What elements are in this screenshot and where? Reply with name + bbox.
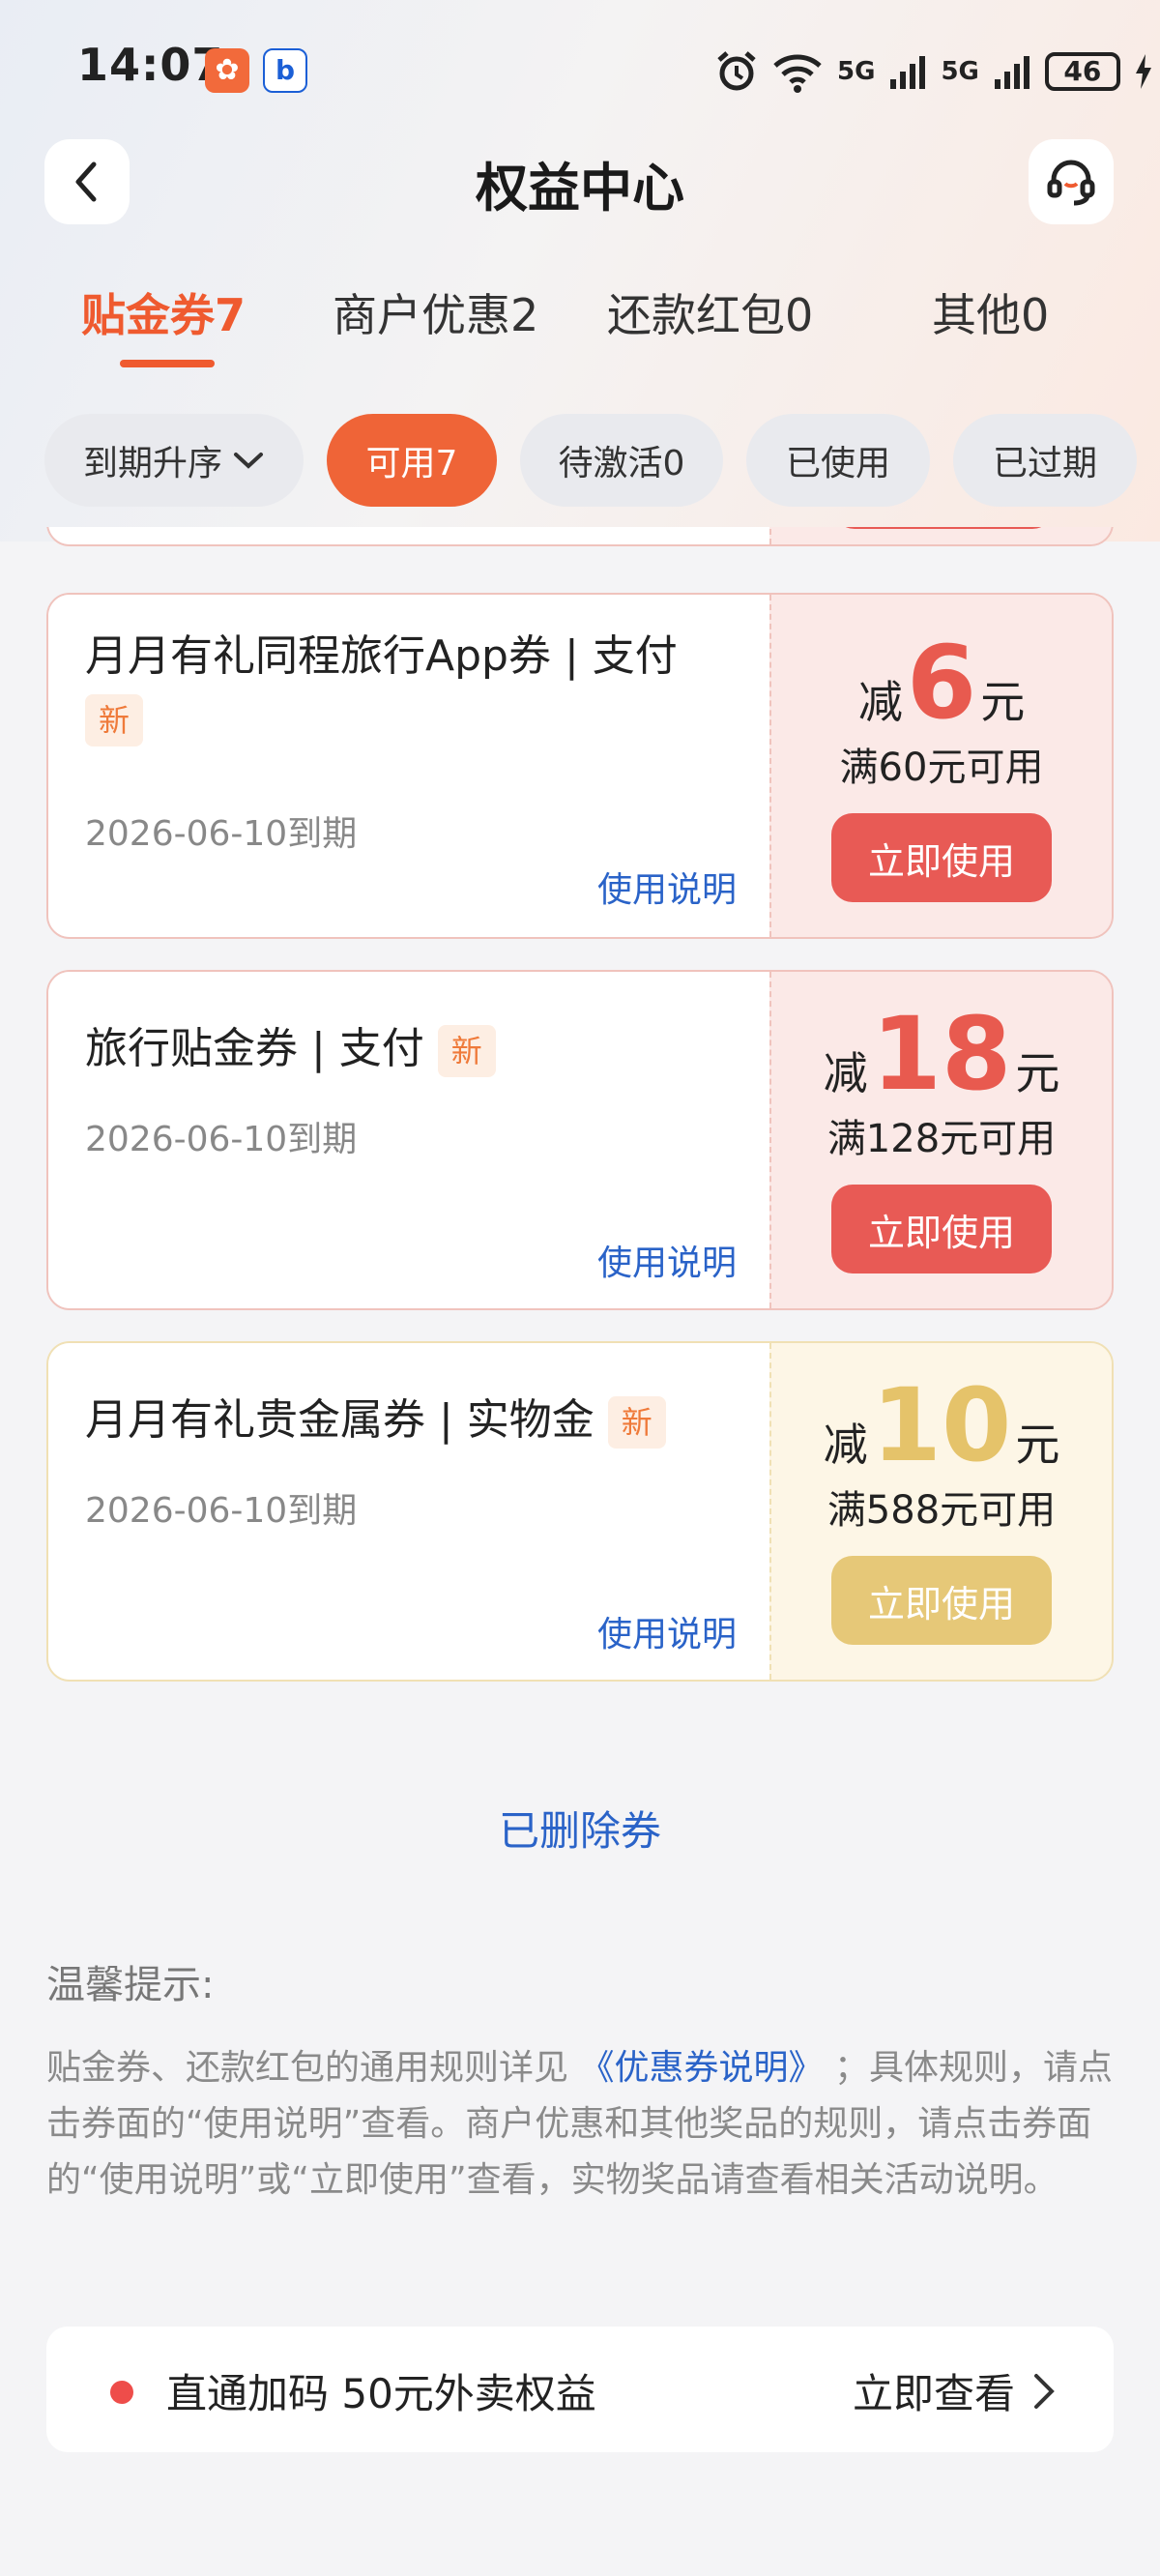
- wifi-icon: [773, 54, 822, 93]
- coupon-expiry: 2026-06-10到期: [85, 814, 358, 854]
- signal-5g-icon: [890, 56, 926, 89]
- usage-instructions-link[interactable]: 使用说明: [597, 1235, 737, 1285]
- promo-text: 直通加码 50元外卖权益: [166, 2370, 596, 2417]
- deleted-coupons-link[interactable]: 已删除券: [0, 1799, 1160, 1858]
- app-notification-icon: ✿: [205, 48, 249, 93]
- coupon-condition: 满60元可用: [839, 746, 1044, 790]
- coupon-card[interactable]: 旅行贴金券 | 支付 新 2026-06-10到期 使用说明 减 18 元 满1…: [46, 970, 1114, 1310]
- page-title: 权益中心: [476, 158, 684, 219]
- tips-body: 贴金券、还款红包的通用规则详见 《优惠券说明》 ；具体规则，请点击券面的“使用说…: [46, 2040, 1119, 2209]
- coupon-title: 月月有礼同程旅行App券 | 支付 新: [85, 626, 742, 749]
- coupon-card[interactable]: 月月有礼同程旅行App券 | 支付 新 2026-06-10到期 使用说明 减 …: [46, 593, 1114, 939]
- use-now-button[interactable]: 立即使用: [831, 1185, 1052, 1273]
- coupon-expiry: 2026-06-10到期: [85, 1491, 358, 1531]
- use-now-button-partial[interactable]: [833, 527, 1054, 529]
- signal-5g-icon: [994, 56, 1030, 89]
- new-badge: 新: [607, 1396, 666, 1449]
- promo-link-label: 立即查看: [852, 2370, 1015, 2417]
- tab-others[interactable]: 其他0: [932, 280, 1049, 344]
- coupon-title: 旅行贴金券 | 支付 新: [85, 1018, 742, 1080]
- chevron-right-icon: [1034, 2373, 1055, 2409]
- coupon-rules-link[interactable]: 《优惠券说明》: [579, 2048, 823, 2088]
- use-now-button[interactable]: 立即使用: [831, 813, 1052, 902]
- customer-service-button[interactable]: [1029, 139, 1114, 224]
- status-time: 14:07: [77, 39, 224, 91]
- usage-instructions-link[interactable]: 使用说明: [597, 1606, 737, 1656]
- filter-chip-available[interactable]: 可用7: [327, 414, 497, 507]
- headset-icon: [1047, 160, 1095, 206]
- filter-chip-used[interactable]: 已使用: [746, 414, 930, 507]
- signal-5g-label: 5G: [837, 57, 876, 86]
- sort-dropdown[interactable]: 到期升序: [44, 414, 304, 507]
- coupon-condition: 满588元可用: [826, 1488, 1057, 1533]
- new-badge: 新: [85, 694, 144, 746]
- tips-title: 温馨提示:: [46, 1963, 215, 2007]
- usage-instructions-link[interactable]: 使用说明: [597, 862, 737, 912]
- use-now-button[interactable]: 立即使用: [831, 1556, 1052, 1645]
- coupon-title-text: 旅行贴金券 | 支付: [85, 1024, 424, 1073]
- bank-app-notification-icon: b: [263, 48, 307, 93]
- battery-icon: 46: [1044, 52, 1120, 91]
- tab-repayment-red-packets[interactable]: 还款红包0: [607, 280, 813, 344]
- tips-text: 贴金券、还款红包的通用规则详见: [46, 2048, 569, 2088]
- filter-chip-expired[interactable]: 已过期: [953, 414, 1137, 507]
- filter-chip-pending[interactable]: 待激活0: [520, 414, 723, 507]
- promo-dot-icon: [110, 2381, 133, 2404]
- sort-label: 到期升序: [82, 444, 222, 483]
- coupon-title-text: 月月有礼同程旅行App券 | 支付: [85, 631, 678, 681]
- active-tab-indicator: [120, 360, 215, 367]
- chevron-down-icon: [234, 453, 263, 469]
- charging-icon: [1135, 54, 1151, 89]
- promo-banner[interactable]: 直通加码 50元外卖权益 立即查看: [46, 2327, 1114, 2452]
- new-badge: 新: [437, 1025, 496, 1077]
- coupon-expiry: 2026-06-10到期: [85, 1120, 358, 1159]
- alarm-icon: [717, 51, 756, 91]
- coupon-list[interactable]: 月月有礼同程旅行App券 | 支付 新 2026-06-10到期 使用说明 减 …: [0, 527, 1160, 1687]
- coupon-card[interactable]: 月月有礼贵金属券 | 实物金 新 2026-06-10到期 使用说明 减 10 …: [46, 1341, 1114, 1682]
- coupon-title-text: 月月有礼贵金属券 | 实物金: [85, 1395, 594, 1445]
- coupon-amount: 减 18 元: [823, 995, 1060, 1113]
- promo-view-now-link[interactable]: 立即查看: [853, 2361, 1056, 2420]
- coupon-amount: 减 6 元: [857, 624, 1026, 742]
- status-icons: 5G 5G 46: [715, 44, 1153, 99]
- coupon-amount: 减 10 元: [823, 1366, 1060, 1484]
- coupon-title: 月月有礼贵金属券 | 实物金 新: [85, 1390, 742, 1451]
- coupon-card-partial: [46, 527, 1114, 546]
- tab-coupons[interactable]: 贴金券7: [81, 280, 246, 344]
- coupon-condition: 满128元可用: [826, 1117, 1057, 1161]
- signal-5g-label: 5G: [941, 57, 979, 86]
- tab-merchant-offers[interactable]: 商户优惠2: [333, 280, 538, 344]
